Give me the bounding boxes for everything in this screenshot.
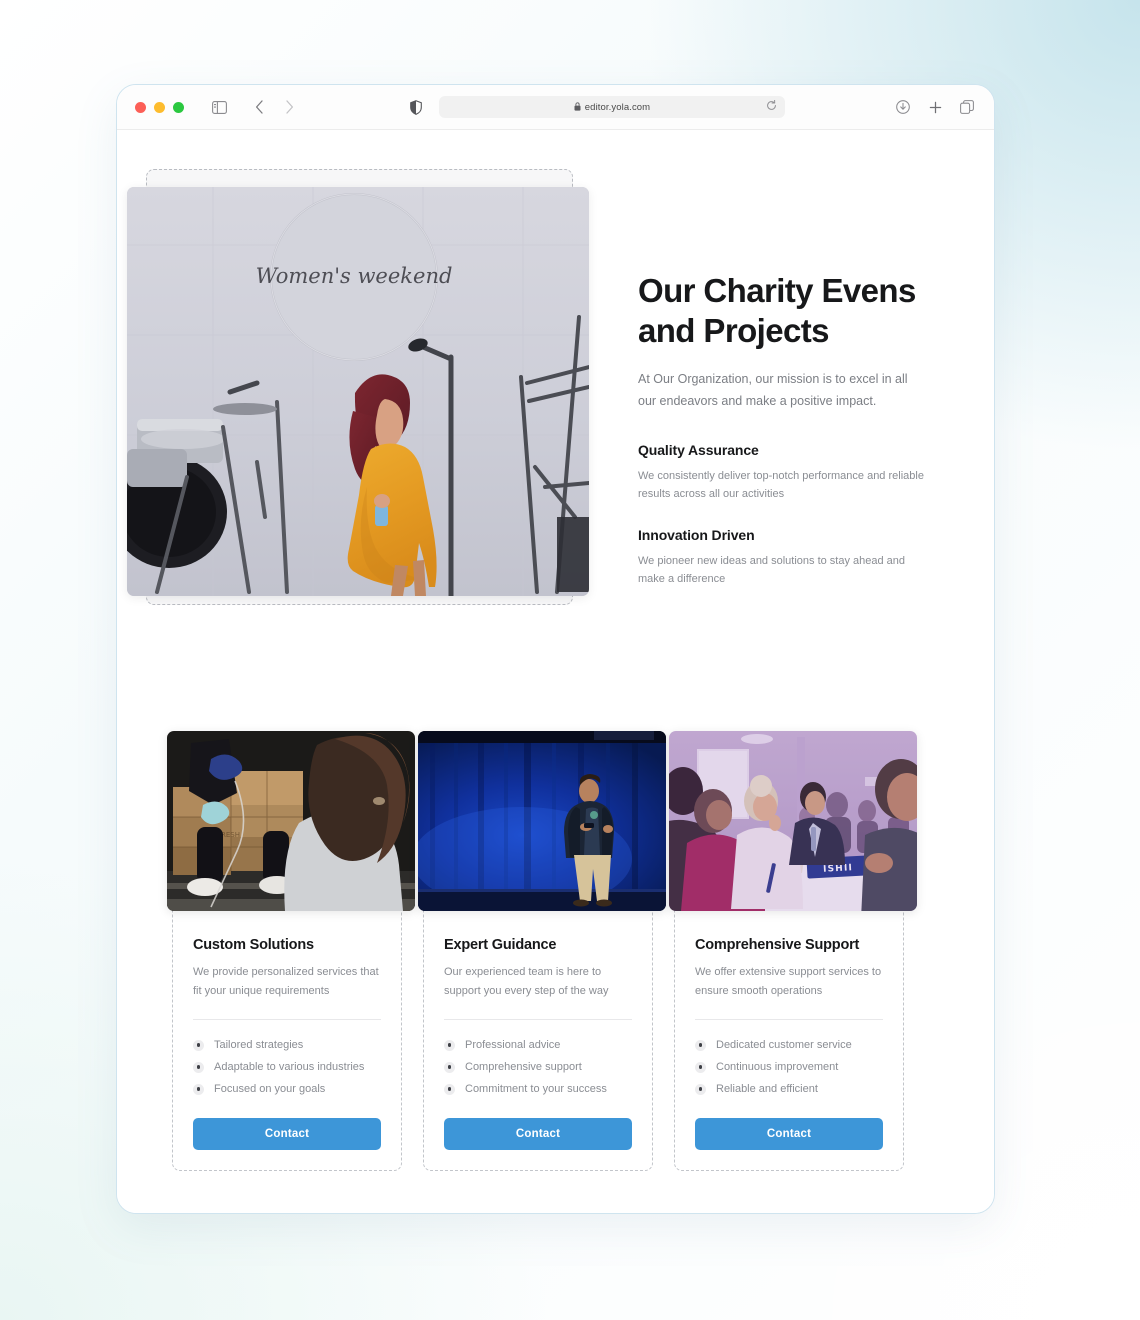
chevron-right-icon[interactable] (280, 98, 298, 116)
website-canvas: Women's weekend Our Charity Evens and Pr… (117, 130, 994, 1213)
card-description: We provide personalized services that fi… (193, 966, 379, 997)
browser-toolbar: editor.yola.com (117, 85, 994, 130)
sidebar-toggle-group (210, 98, 228, 116)
card-title: Comprehensive Support (695, 937, 860, 953)
list-item: Focused on your goals (193, 1078, 381, 1100)
contact-button[interactable]: Contact (444, 1118, 632, 1150)
card-description: Our experienced team is here to support … (444, 966, 609, 997)
list-item-label: Focused on your goals (214, 1083, 326, 1095)
card-comprehensive-support[interactable]: ISHII Comprehensive Support We offer ext… (669, 731, 917, 1171)
bullet-dot-icon (444, 1083, 455, 1095)
list-item: Commitment to your success (444, 1078, 632, 1100)
card-image[interactable] (418, 731, 666, 911)
list-item-label: Reliable and efficient (716, 1083, 818, 1095)
bullet-dot-icon (695, 1061, 706, 1073)
card-body: Custom Solutions We provide personalized… (173, 937, 401, 1150)
hero-image[interactable]: Women's weekend (127, 187, 589, 596)
maximize-window-dot[interactable] (173, 101, 184, 113)
bullet-dot-icon (695, 1039, 706, 1051)
list-item: Continuous improvement (695, 1056, 883, 1078)
contact-button[interactable]: Contact (695, 1118, 883, 1150)
bullet-dot-icon (193, 1039, 204, 1051)
list-item: Adaptable to various industries (193, 1056, 381, 1078)
navigation-buttons (250, 98, 298, 116)
minimize-window-dot[interactable] (154, 101, 165, 113)
plus-icon[interactable] (926, 98, 944, 116)
card-bullet-list: Professional advice Comprehensive suppor… (444, 1034, 632, 1100)
card-expert-guidance[interactable]: Expert Guidance Our experienced team is … (418, 731, 666, 1171)
hero-image-dropzone[interactable]: Women's weekend (127, 169, 589, 605)
bullet-dot-icon (193, 1083, 204, 1095)
card-body: Comprehensive Support We offer extensive… (675, 937, 903, 1150)
list-item: Reliable and efficient (695, 1078, 883, 1100)
list-item-label: Comprehensive support (465, 1061, 582, 1073)
list-item-label: Tailored strategies (214, 1039, 304, 1051)
address-bar-url: editor.yola.com (584, 101, 651, 113)
close-window-dot[interactable] (135, 101, 146, 113)
window-controls (135, 101, 184, 113)
card-description: We offer extensive support services to e… (695, 966, 882, 997)
card-title: Custom Solutions (193, 937, 314, 953)
list-item-label: Continuous improvement (716, 1061, 839, 1073)
tab-overview-icon[interactable] (958, 98, 976, 116)
feature-title: Innovation Driven (638, 527, 755, 543)
hero-text-block: Our Charity Evens and Projects At Our Or… (638, 271, 938, 588)
list-item: Professional advice (444, 1034, 632, 1056)
download-icon[interactable] (894, 98, 912, 116)
card-bullet-list: Dedicated customer service Continuous im… (695, 1034, 883, 1100)
card-image[interactable]: ISHII (669, 731, 917, 911)
list-item-label: Professional advice (465, 1039, 561, 1051)
bullet-dot-icon (444, 1061, 455, 1073)
hero-subtitle: At Our Organization, our mission is to e… (638, 372, 908, 408)
card-bullet-list: Tailored strategies Adaptable to various… (193, 1034, 381, 1100)
feature-quality-assurance: Quality Assurance We consistently delive… (638, 442, 938, 503)
sidebar-toggle-icon[interactable] (210, 98, 228, 116)
list-item-label: Adaptable to various industries (214, 1061, 365, 1073)
feature-cards-row: CAL/FRESH (167, 731, 952, 1171)
feature-innovation-driven: Innovation Driven We pioneer new ideas a… (638, 527, 938, 588)
card-image[interactable]: CAL/FRESH (167, 731, 415, 911)
feature-body: We pioneer new ideas and solutions to st… (638, 555, 906, 585)
card-title: Expert Guidance (444, 937, 557, 953)
svg-text:Women's weekend: Women's weekend (256, 264, 453, 288)
shield-privacy-icon[interactable] (407, 98, 425, 116)
list-item-label: Commitment to your success (465, 1083, 607, 1095)
divider (444, 1019, 632, 1020)
bullet-dot-icon (193, 1061, 204, 1073)
bullet-dot-icon (695, 1083, 706, 1095)
divider (193, 1019, 381, 1020)
reload-icon[interactable] (766, 98, 777, 116)
address-bar-content: editor.yola.com (574, 98, 650, 116)
address-bar[interactable]: editor.yola.com (439, 96, 785, 118)
card-custom-solutions[interactable]: CAL/FRESH (167, 731, 415, 1171)
feature-body: We consistently deliver top-notch perfor… (638, 470, 924, 500)
contact-button[interactable]: Contact (193, 1118, 381, 1150)
browser-window: editor.yola.com Women's weekend Our Char… (116, 84, 995, 1214)
card-body: Expert Guidance Our experienced team is … (424, 937, 652, 1150)
divider (695, 1019, 883, 1020)
page-title: Our Charity Evens and Projects (638, 272, 916, 349)
toolbar-right-actions (894, 98, 976, 116)
bullet-dot-icon (444, 1039, 455, 1051)
list-item: Tailored strategies (193, 1034, 381, 1056)
list-item: Comprehensive support (444, 1056, 632, 1078)
lock-icon (574, 98, 581, 116)
chevron-left-icon[interactable] (250, 98, 268, 116)
list-item-label: Dedicated customer service (716, 1039, 852, 1051)
list-item: Dedicated customer service (695, 1034, 883, 1056)
feature-title: Quality Assurance (638, 442, 759, 458)
